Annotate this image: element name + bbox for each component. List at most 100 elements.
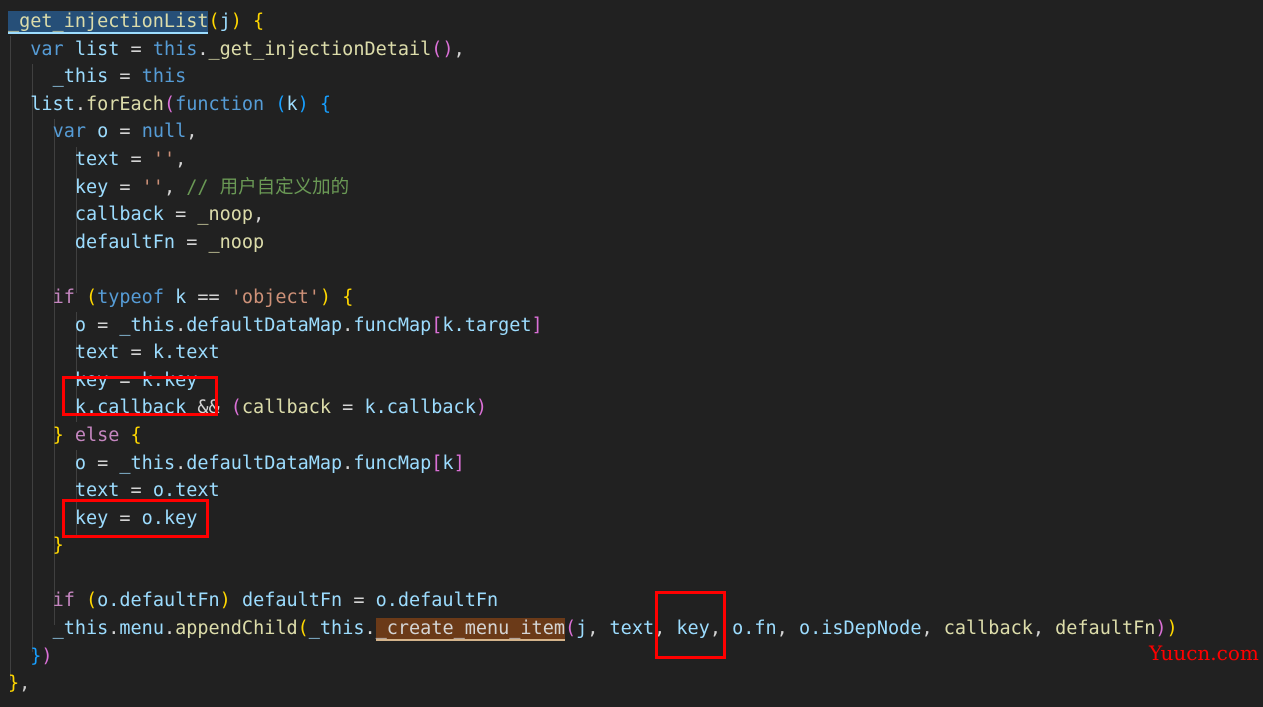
keyword-if: if [52, 590, 75, 612]
code-line-2[interactable]: var list = this._get_injectionDetail(), [0, 36, 1263, 64]
prop-menu: menu [119, 618, 164, 640]
operator-assign: = [186, 231, 198, 253]
code-line-7[interactable]: key = '', // 用户自定义加的 [0, 174, 1263, 202]
call-foreach: forEach [85, 93, 164, 115]
code-line-19[interactable]: key = o.key [0, 505, 1263, 533]
ident-list: list [30, 93, 75, 115]
bracket-close: ] [531, 314, 543, 336]
brace-close: } [8, 673, 20, 695]
index-k: k [442, 452, 454, 474]
arg-defaultfn: defaultFn [1055, 618, 1156, 640]
code-line-10-blank[interactable] [0, 256, 1263, 284]
keyword-var: var [52, 121, 86, 143]
brace-close: } [52, 535, 64, 557]
ident-defaultfn: defaultFn [241, 590, 343, 612]
ident-callback: callback [241, 397, 332, 419]
paren-open-inner: ( [275, 93, 287, 115]
code-editor[interactable]: _get_injectionList(j) { var list = this.… [0, 0, 1263, 707]
arg-j: j [576, 618, 588, 640]
operator-assign: = [130, 342, 142, 364]
operator-assign: = [353, 590, 365, 612]
keyword-this: this [141, 66, 187, 88]
paren-close: ) [41, 645, 53, 667]
ident-k: k [175, 286, 187, 308]
function-name-highlight: _get_injectionList [8, 11, 209, 34]
code-line-13[interactable]: text = k.text [0, 339, 1263, 367]
param-k: k [286, 93, 298, 115]
code-line-25[interactable]: }, [0, 670, 1263, 698]
paren-close: ) [219, 590, 231, 612]
code-line-16[interactable]: } else { [0, 422, 1263, 450]
index-k-target: k.target [442, 314, 532, 336]
value-o-key: o.key [141, 507, 198, 529]
code-line-22[interactable]: if (o.defaultFn) defaultFn = o.defaultFn [0, 587, 1263, 615]
operator-assign: = [342, 397, 354, 419]
comma: , [709, 618, 733, 640]
ident-noop: _noop [208, 231, 265, 253]
comma: , [921, 618, 944, 640]
ident-key: key [74, 176, 109, 198]
keyword-typeof: typeof [97, 286, 164, 308]
code-line-1[interactable]: _get_injectionList(j) { [0, 8, 1263, 36]
paren-close: ) [1166, 618, 1178, 640]
code-line-8[interactable]: callback = _noop, [0, 201, 1263, 229]
comma: , [453, 38, 465, 60]
string-empty: '' [152, 148, 176, 170]
code-line-4[interactable]: list.forEach(function (k) { [0, 91, 1263, 119]
call-parens: () [431, 38, 454, 60]
code-line-14[interactable]: key = k.key [0, 367, 1263, 395]
prop-defaultdatamap: defaultDataMap [186, 452, 343, 474]
literal-null: null [141, 121, 187, 143]
ident-defaultfn: defaultFn [74, 231, 176, 253]
code-line-20[interactable]: } [0, 532, 1263, 560]
ident-o: o [97, 121, 109, 143]
paren-open: ( [208, 11, 220, 32]
code-line-24[interactable]: }) [0, 643, 1263, 671]
arg-callback: callback [943, 618, 1033, 640]
code-line-11[interactable]: if (typeof k == 'object') { [0, 284, 1263, 312]
code-line-23[interactable]: _this.menu.appendChild(_this._create_men… [0, 615, 1263, 643]
prop-defaultdatamap: defaultDataMap [186, 314, 343, 336]
ident-noop: _noop [197, 204, 254, 226]
code-line-17[interactable]: o = _this.defaultDataMap.funcMap[k] [0, 450, 1263, 478]
bracket-open: [ [431, 314, 443, 336]
keyword-else: else [74, 424, 120, 446]
code-line-15[interactable]: k.callback && (callback = k.callback) [0, 394, 1263, 422]
brace-open: { [253, 11, 265, 32]
operator-assign: = [119, 176, 131, 198]
code-line-18[interactable]: text = o.text [0, 477, 1263, 505]
cond-o-defaultfn: o.defaultFn [97, 590, 220, 612]
comma: , [654, 618, 677, 640]
comment-chinese: // 用户自定义加的 [186, 176, 350, 198]
comma: , [253, 204, 265, 226]
paren-open: ( [230, 397, 242, 419]
brace-open: { [342, 286, 354, 308]
ident-o: o [74, 314, 86, 336]
paren-open: ( [297, 618, 309, 640]
dot: . [74, 93, 86, 115]
ident-_this: _this [52, 618, 109, 640]
ident-text: text [74, 480, 120, 502]
ident-_this: _this [52, 66, 109, 88]
call-get-injection-detail: _get_injectionDetail [208, 38, 432, 60]
operator-assign: = [130, 148, 142, 170]
operator-assign: = [175, 204, 187, 226]
value-k-text: k.text [152, 342, 220, 364]
ident-text: text [74, 148, 120, 170]
code-line-3[interactable]: _this = this [0, 63, 1263, 91]
paren-open: ( [163, 93, 176, 115]
operator-assign: = [130, 38, 142, 60]
code-line-9[interactable]: defaultFn = _noop [0, 229, 1263, 257]
dot: . [175, 452, 187, 474]
paren-close-inner: ) [1155, 618, 1167, 640]
code-line-6[interactable]: text = '', [0, 146, 1263, 174]
comma: , [186, 121, 198, 143]
code-line-21-blank[interactable] [0, 560, 1263, 588]
paren-close: ) [319, 286, 332, 308]
code-line-12[interactable]: o = _this.defaultDataMap.funcMap[k.targe… [0, 312, 1263, 340]
value-o-defaultfn: o.defaultFn [375, 590, 499, 612]
arg-text: text [609, 618, 655, 640]
ident-_this: _this [308, 618, 365, 640]
bracket-close: ] [453, 452, 465, 474]
code-line-5[interactable]: var o = null, [0, 118, 1263, 146]
